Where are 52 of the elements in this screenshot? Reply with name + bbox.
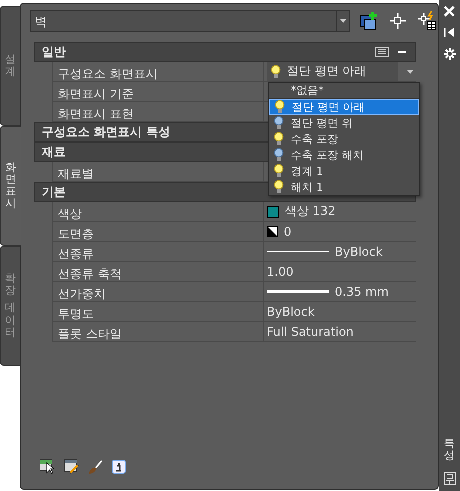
property-label: 선가중치 <box>53 282 264 301</box>
property-label: 색상 <box>53 202 264 221</box>
property-label: 선종류 축척 <box>53 262 264 281</box>
select-objects-icon[interactable] <box>40 459 56 475</box>
property-label: 재료별 <box>53 162 264 181</box>
quick-select-icon[interactable] <box>417 11 437 31</box>
style-dropdown[interactable]: 벽 <box>30 10 350 32</box>
property-value: 0.35 mm <box>335 284 389 298</box>
property-label: 투명도 <box>53 302 264 321</box>
lightbulb-icon <box>271 64 281 78</box>
dropdown-option[interactable]: 수축 포장 해치 <box>269 147 419 163</box>
property-label: 화면표시 표현 <box>53 102 264 121</box>
property-value: 1.00 <box>267 264 294 278</box>
property-value: 색상 132 <box>285 203 336 220</box>
display-component-dropdown[interactable]: 절단 평면 아래 <box>267 62 398 81</box>
side-tab[interactable]: 화면표시 <box>0 126 21 246</box>
caret-icon <box>340 19 346 23</box>
lightbulb-icon <box>274 164 284 178</box>
lightbulb-icon <box>275 100 285 114</box>
info-icon[interactable] <box>112 460 126 474</box>
line-sample <box>267 290 329 293</box>
dropdown-option[interactable]: 해치 1 <box>269 179 419 195</box>
property-value: 0 <box>284 224 292 238</box>
add-object-icon[interactable] <box>359 11 379 31</box>
brush-icon[interactable] <box>88 459 104 475</box>
property-label: 도면층 <box>53 222 264 241</box>
dropdown-option[interactable]: 경계 1 <box>269 163 419 179</box>
palette-title: 특성 <box>444 438 455 462</box>
edit-style-icon[interactable] <box>64 459 80 475</box>
close-icon[interactable] <box>444 6 455 17</box>
property-label: 구성요소 화면표시 <box>53 62 264 81</box>
property-label: 선종류 <box>53 242 264 261</box>
property-value: Full Saturation <box>267 324 354 338</box>
layer-icon <box>267 226 278 237</box>
property-value: ByBlock <box>335 244 383 258</box>
property-label: 화면표시 기준 <box>53 82 264 101</box>
property-label: 플롯 스타일 <box>53 322 264 341</box>
lightbulb-icon <box>274 132 284 146</box>
panel-layout-icon[interactable] <box>444 472 456 485</box>
dropdown-option[interactable]: 절단 평면 위 <box>269 115 419 131</box>
caret-icon[interactable] <box>406 70 414 74</box>
line-sample <box>267 251 329 252</box>
lightbulb-icon <box>274 116 284 130</box>
property-value: ByBlock <box>267 304 315 318</box>
settings-icon[interactable] <box>444 48 456 60</box>
dropdown-option[interactable]: 절단 평면 아래 <box>269 99 419 115</box>
lightbulb-icon <box>274 148 284 162</box>
lightbulb-icon <box>274 180 284 194</box>
dropdown-option[interactable]: 수축 포장 <box>269 131 419 147</box>
crosshair-icon[interactable] <box>388 11 408 31</box>
list-icon[interactable] <box>375 47 389 57</box>
pin-icon[interactable] <box>444 27 455 38</box>
